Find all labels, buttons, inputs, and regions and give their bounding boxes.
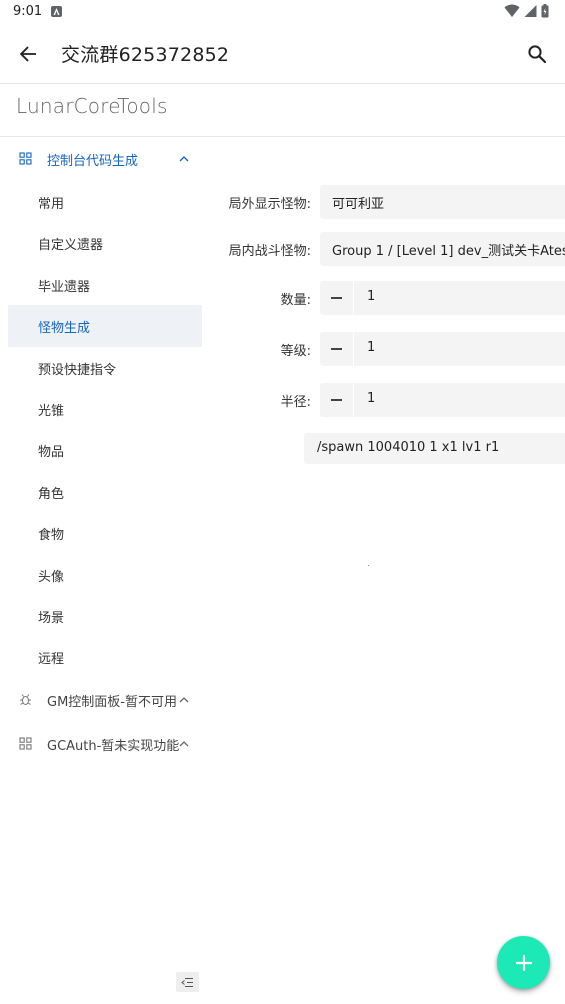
- page-title: 交流群625372852: [61, 44, 230, 66]
- radius-value: 1: [367, 391, 376, 406]
- signal-icon: [524, 5, 537, 17]
- dot-mark: [368, 565, 369, 566]
- minus-icon: [331, 297, 342, 299]
- form-label: 数量:: [280, 293, 311, 308]
- battery-icon: [541, 4, 549, 18]
- add-fab-button[interactable]: [497, 936, 550, 989]
- command-text: /spawn 1004010 1 x1 lv1 r1: [317, 440, 500, 455]
- radius-stepper[interactable]: 1: [320, 383, 565, 417]
- menu-fold-icon: [181, 977, 193, 987]
- select-value: Group 1 / [Level 1] dev_测试关卡AtestLe: [332, 244, 565, 259]
- status-time: 9:01: [13, 4, 43, 19]
- level-stepper[interactable]: 1: [320, 332, 565, 366]
- sidebar-item-remote[interactable]: 远程: [0, 636, 210, 677]
- form-label: 半径:: [280, 395, 311, 410]
- search-icon: [528, 45, 547, 64]
- sidebar-item-graduate-relic[interactable]: 毕业遗器: [0, 264, 210, 305]
- form-label: 等级:: [280, 344, 311, 359]
- brand-title: LunarCoreTools: [16, 94, 168, 118]
- minus-icon: [331, 399, 342, 401]
- menu-group-label: GCAuth-暂未实现功能: [47, 738, 180, 754]
- arrow-back-icon: [19, 46, 36, 62]
- radius-decrement-button[interactable]: [320, 383, 354, 417]
- sidebar-item-characters[interactable]: 角色: [0, 471, 210, 512]
- quantity-stepper[interactable]: 1: [320, 281, 565, 315]
- grid-icon: [19, 737, 32, 750]
- sidebar-item-preset-commands[interactable]: 预设快捷指令: [0, 347, 210, 388]
- submenu: 常用 自定义遗器 毕业遗器 怪物生成 预设快捷指令 光锥 物品 角色 食物 头像…: [0, 181, 210, 678]
- select-value: 可可利亚: [332, 197, 385, 212]
- status-bar: 9:01: [0, 0, 565, 24]
- app-screen: 9:01 交流群625372852 LunarCoreTools 控制台代码生成…: [0, 0, 565, 1004]
- plus-icon: [515, 954, 532, 971]
- chevron-up-icon: [179, 156, 189, 162]
- notification-icon: [51, 6, 62, 17]
- menu-group-gcauth[interactable]: GCAuth-暂未实现功能: [0, 722, 210, 766]
- app-bar: 交流群625372852: [0, 24, 565, 84]
- menu-group-label: GM控制面板-暂不可用: [47, 694, 177, 710]
- collapse-sidebar-button[interactable]: [176, 972, 199, 992]
- chevron-up-icon: [179, 696, 189, 703]
- grid-icon: [19, 152, 32, 165]
- status-icons: [504, 4, 549, 18]
- form-label: 局外显示怪物:: [228, 197, 311, 212]
- search-button[interactable]: [521, 38, 553, 70]
- sidebar-item-monster-spawn[interactable]: 怪物生成: [8, 305, 202, 347]
- form-row-outer-monster: 局外显示怪物: 可可利亚: [220, 185, 565, 219]
- command-output[interactable]: /spawn 1004010 1 x1 lv1 r1: [304, 433, 565, 464]
- back-button[interactable]: [12, 38, 44, 70]
- chevron-up-icon: [179, 740, 189, 747]
- menu-group-gm-panel[interactable]: GM控制面板-暂不可用: [0, 678, 210, 722]
- sidebar-item-items[interactable]: 物品: [0, 429, 210, 470]
- sidebar-item-scene[interactable]: 场景: [0, 595, 210, 636]
- level-decrement-button[interactable]: [320, 332, 354, 366]
- level-value: 1: [367, 340, 376, 355]
- sidebar-item-food[interactable]: 食物: [0, 512, 210, 553]
- form-row-quantity: 数量: 1: [220, 281, 565, 315]
- menu-group-label: 控制台代码生成: [47, 154, 139, 169]
- sidebar-item-custom-relic[interactable]: 自定义遗器: [0, 222, 210, 263]
- sidebar-item-light-cone[interactable]: 光锥: [0, 388, 210, 429]
- form-row-radius: 半径: 1: [220, 383, 565, 417]
- wifi-icon: [504, 4, 520, 17]
- quantity-value: 1: [367, 289, 376, 304]
- sidebar-item-common[interactable]: 常用: [0, 181, 210, 222]
- outer-monster-select[interactable]: 可可利亚: [320, 185, 565, 219]
- minus-icon: [331, 348, 342, 350]
- form-row-level: 等级: 1: [220, 332, 565, 366]
- form-label: 局内战斗怪物:: [228, 244, 311, 259]
- quantity-decrement-button[interactable]: [320, 281, 354, 315]
- battle-monster-select[interactable]: Group 1 / [Level 1] dev_测试关卡AtestLe: [320, 232, 565, 266]
- bug-icon: [20, 693, 31, 705]
- form-row-battle-monster: 局内战斗怪物: Group 1 / [Level 1] dev_测试关卡Ates…: [220, 232, 565, 266]
- sidebar-item-avatar[interactable]: 头像: [0, 554, 210, 595]
- sidebar-menu: 控制台代码生成 常用 自定义遗器 毕业遗器 怪物生成 预设快捷指令 光锥 物品 …: [0, 137, 210, 766]
- menu-group-console-code[interactable]: 控制台代码生成: [0, 137, 210, 181]
